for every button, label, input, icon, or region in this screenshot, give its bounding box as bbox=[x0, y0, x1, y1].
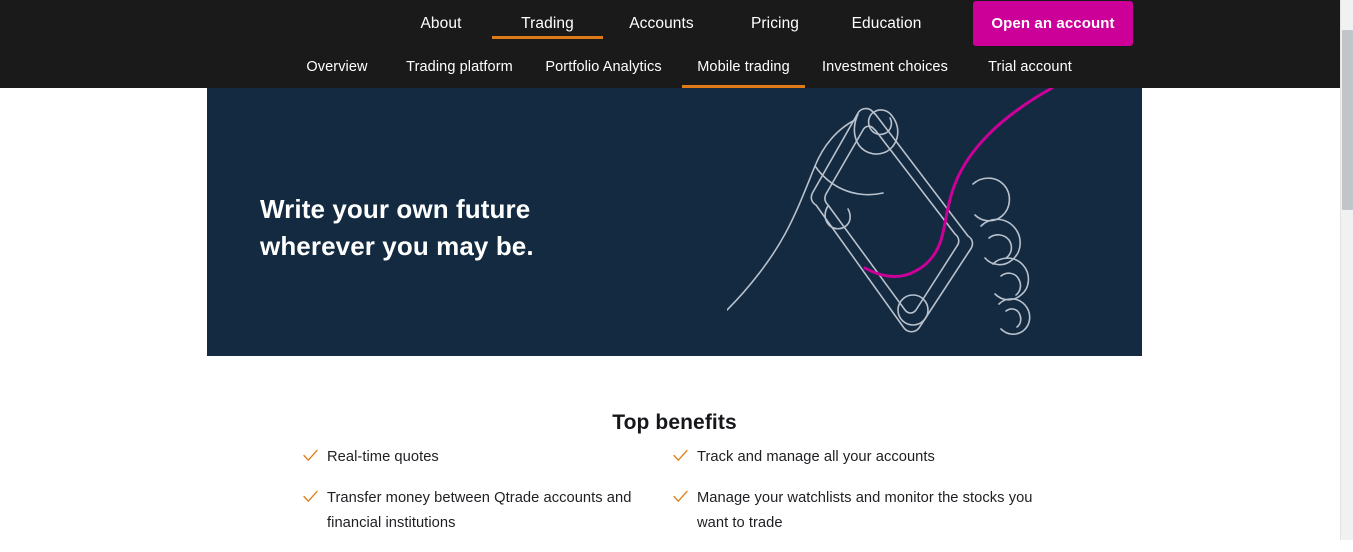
hero-banner: Write your own future wherever you may b… bbox=[207, 88, 1142, 356]
site-header: About Trading Accounts Pricing Education… bbox=[0, 0, 1340, 88]
benefits-column-right: Track and manage all your accounts Manag… bbox=[673, 445, 1053, 552]
nav-item-pricing-label: Pricing bbox=[750, 14, 800, 32]
benefit-item-text: Manage your watchlists and monitor the s… bbox=[697, 490, 1033, 531]
subnav-item-overview[interactable]: Overview bbox=[280, 46, 394, 88]
subnav-item-trading-platform[interactable]: Trading platform bbox=[394, 46, 525, 88]
subnav-item-overview-label: Overview bbox=[306, 59, 368, 75]
nav-item-education[interactable]: Education bbox=[830, 0, 943, 46]
nav-item-accounts-label: Accounts bbox=[629, 14, 694, 32]
primary-navigation: About Trading Accounts Pricing Education… bbox=[0, 0, 1340, 46]
check-icon bbox=[673, 489, 688, 504]
subnav-item-portfolio-analytics[interactable]: Portfolio Analytics bbox=[525, 46, 682, 88]
nav-item-pricing[interactable]: Pricing bbox=[720, 0, 830, 46]
nav-item-trading-label: Trading bbox=[521, 14, 574, 32]
benefit-item-text: Track and manage all your accounts bbox=[697, 449, 935, 465]
subnav-item-trial-account-label: Trial account bbox=[988, 59, 1072, 75]
vertical-scrollbar[interactable] bbox=[1340, 0, 1353, 540]
subnav-item-portfolio-analytics-label: Portfolio Analytics bbox=[545, 59, 662, 75]
subnav-item-mobile-trading[interactable]: Mobile trading bbox=[682, 46, 805, 88]
nav-item-about[interactable]: About bbox=[390, 0, 492, 46]
subnav-item-investment-choices-label: Investment choices bbox=[822, 59, 948, 75]
scrollbar-thumb[interactable] bbox=[1342, 30, 1353, 210]
benefits-heading: Top benefits bbox=[612, 411, 737, 435]
benefit-item-text: Real-time quotes bbox=[327, 449, 439, 465]
check-icon bbox=[673, 448, 688, 463]
check-icon bbox=[303, 489, 318, 504]
check-icon bbox=[303, 448, 318, 463]
subnav-item-trial-account[interactable]: Trial account bbox=[965, 46, 1095, 88]
benefit-item: Real-time quotes bbox=[303, 445, 683, 470]
benefit-item: Track and manage all your accounts bbox=[673, 445, 1053, 470]
nav-item-trading[interactable]: Trading bbox=[492, 0, 603, 46]
benefit-item-text: Transfer money between Qtrade accounts a… bbox=[327, 490, 632, 531]
nav-item-about-label: About bbox=[420, 14, 462, 32]
subnav-item-investment-choices[interactable]: Investment choices bbox=[805, 46, 965, 88]
top-benefits-section: Top benefits Real-time quotes Transfer m… bbox=[207, 356, 1142, 540]
nav-item-education-label: Education bbox=[851, 14, 922, 32]
subnav-item-trading-platform-label: Trading platform bbox=[406, 59, 513, 75]
secondary-navigation: Overview Trading platform Portfolio Anal… bbox=[0, 46, 1340, 88]
benefit-item: Manage your watchlists and monitor the s… bbox=[673, 486, 1053, 536]
hero-headline: Write your own future wherever you may b… bbox=[260, 194, 534, 262]
nav-active-indicator bbox=[492, 36, 603, 39]
benefit-item: Transfer money between Qtrade accounts a… bbox=[303, 486, 683, 536]
hand-holding-phone-line-art-icon bbox=[726, 88, 1142, 356]
subnav-item-mobile-trading-label: Mobile trading bbox=[697, 59, 790, 75]
nav-item-accounts[interactable]: Accounts bbox=[603, 0, 720, 46]
benefits-column-left: Real-time quotes Transfer money between … bbox=[303, 445, 683, 552]
open-an-account-button[interactable]: Open an account bbox=[973, 1, 1133, 46]
